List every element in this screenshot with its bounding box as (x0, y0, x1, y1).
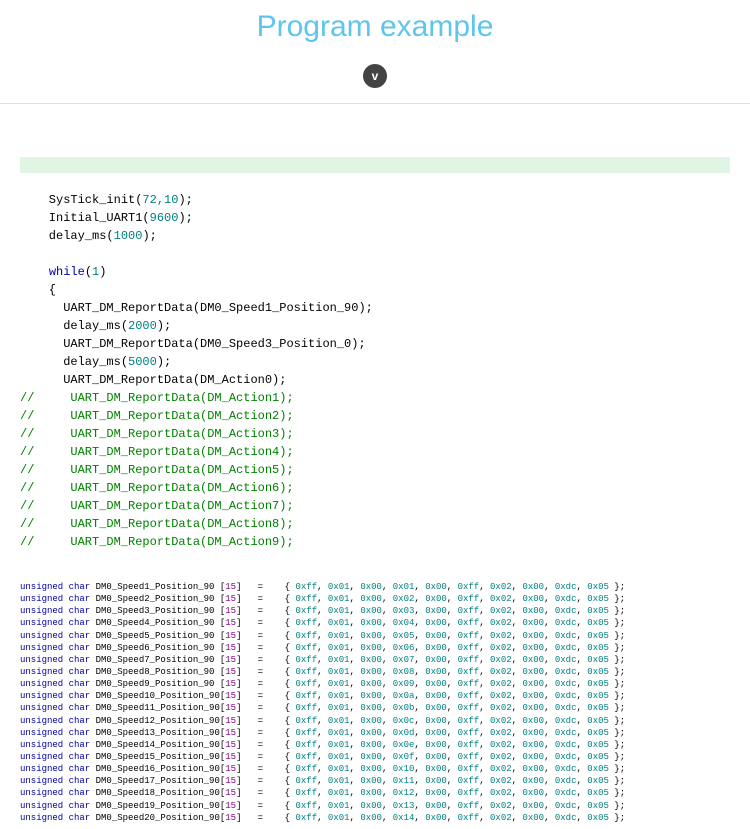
page-header: Program example v (0, 0, 750, 104)
code-line: Initial_UART1(9600); (20, 211, 193, 225)
comment-line: // UART_DM_ReportData(DM_Action4); (20, 445, 294, 459)
array-line: unsigned char DM0_Speed17_Position_90[15… (20, 775, 730, 787)
comment-line: // UART_DM_ReportData(DM_Action2); (20, 409, 294, 423)
array-line: unsigned char DM0_Speed18_Position_90[15… (20, 787, 730, 799)
content-area: SysTick_init(72,10); Initial_UART1(9600)… (0, 104, 750, 829)
array-line: unsigned char DM0_Speed15_Position_90[15… (20, 751, 730, 763)
code-line: UART_DM_ReportData(DM_Action0); (20, 373, 286, 387)
array-line: unsigned char DM0_Speed11_Position_90[15… (20, 702, 730, 714)
array-line: unsigned char DM0_Speed6_Position_90 [15… (20, 642, 730, 654)
array-definitions: unsigned char DM0_Speed1_Position_90 [15… (20, 581, 730, 824)
array-line: unsigned char DM0_Speed19_Position_90[15… (20, 800, 730, 812)
array-line: unsigned char DM0_Speed8_Position_90 [15… (20, 666, 730, 678)
code-line: UART_DM_ReportData(DM0_Speed3_Position_0… (20, 337, 366, 351)
array-line: unsigned char DM0_Speed7_Position_90 [15… (20, 654, 730, 666)
code-line: while(1) (20, 265, 106, 279)
code-line: delay_ms(2000); (20, 319, 171, 333)
comment-line: // UART_DM_ReportData(DM_Action7); (20, 499, 294, 513)
array-line: unsigned char DM0_Speed2_Position_90 [15… (20, 593, 730, 605)
comment-line: // UART_DM_ReportData(DM_Action1); (20, 391, 294, 405)
array-line: unsigned char DM0_Speed10_Position_90[15… (20, 690, 730, 702)
array-line: unsigned char DM0_Speed14_Position_90[15… (20, 739, 730, 751)
code-line: delay_ms(5000); (20, 355, 171, 369)
comment-line: // UART_DM_ReportData(DM_Action5); (20, 463, 294, 477)
array-line: unsigned char DM0_Speed16_Position_90[15… (20, 763, 730, 775)
comment-line: // UART_DM_ReportData(DM_Action8); (20, 517, 294, 531)
code-line: { (20, 283, 56, 297)
array-line: unsigned char DM0_Speed20_Position_90[15… (20, 812, 730, 824)
array-line: unsigned char DM0_Speed4_Position_90 [15… (20, 617, 730, 629)
array-line: unsigned char DM0_Speed1_Position_90 [15… (20, 581, 730, 593)
code-line: SysTick_init(72,10); (20, 193, 193, 207)
array-line: unsigned char DM0_Speed12_Position_90[15… (20, 715, 730, 727)
version-badge: v (363, 64, 387, 88)
array-line: unsigned char DM0_Speed9_Position_90 [15… (20, 678, 730, 690)
array-line: unsigned char DM0_Speed5_Position_90 [15… (20, 630, 730, 642)
code-line: delay_ms(1000); (20, 229, 157, 243)
comment-line: // UART_DM_ReportData(DM_Action9); (20, 535, 294, 549)
code-line: UART_DM_ReportData(DM0_Speed1_Position_9… (20, 301, 373, 315)
code-snippet: SysTick_init(72,10); Initial_UART1(9600)… (20, 139, 730, 569)
highlighted-line (20, 157, 730, 173)
array-line: unsigned char DM0_Speed13_Position_90[15… (20, 727, 730, 739)
comment-line: // UART_DM_ReportData(DM_Action6); (20, 481, 294, 495)
array-line: unsigned char DM0_Speed3_Position_90 [15… (20, 605, 730, 617)
page-title: Program example (0, 10, 750, 44)
comment-line: // UART_DM_ReportData(DM_Action3); (20, 427, 294, 441)
